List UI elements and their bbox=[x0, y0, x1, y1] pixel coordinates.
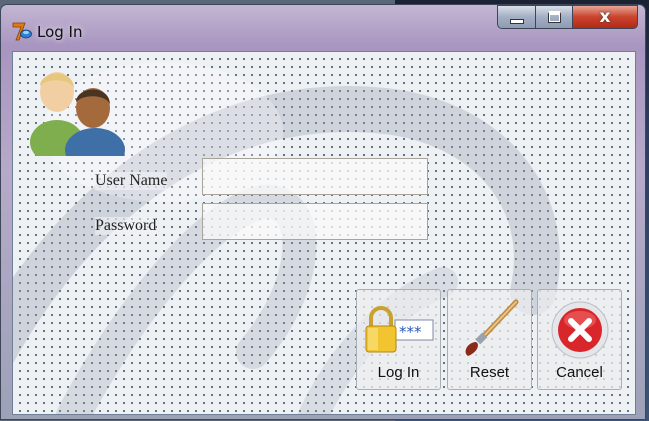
login-button[interactable]: *** Log In bbox=[356, 289, 441, 390]
window-title: Log In bbox=[37, 23, 83, 41]
username-input[interactable] bbox=[202, 158, 428, 195]
reset-button[interactable]: Reset bbox=[447, 289, 532, 390]
cancel-button[interactable]: Cancel bbox=[537, 289, 622, 390]
cancel-x-icon bbox=[551, 301, 609, 359]
password-input[interactable] bbox=[202, 203, 428, 240]
lock-password-icon: *** bbox=[365, 306, 434, 353]
reset-button-label: Reset bbox=[469, 364, 510, 381]
app-logo-icon bbox=[12, 22, 32, 41]
minimize-icon bbox=[509, 18, 524, 24]
username-label: User Name bbox=[95, 172, 168, 190]
paintbrush-icon bbox=[465, 299, 519, 356]
close-button[interactable]: x bbox=[572, 5, 638, 29]
login-form-panel: User Name Password *** Log In Reset Canc… bbox=[12, 51, 636, 415]
login-button-label: Log In bbox=[377, 364, 420, 381]
login-window: Log In x User Name Password *** Log In R… bbox=[0, 4, 646, 420]
close-icon: x bbox=[599, 7, 611, 27]
password-label: Password bbox=[95, 217, 157, 235]
cancel-button-label: Cancel bbox=[556, 364, 603, 381]
svg-text:***: *** bbox=[399, 323, 422, 341]
maximize-button[interactable] bbox=[535, 5, 573, 29]
users-icon bbox=[30, 72, 125, 156]
title-bar[interactable]: Log In x bbox=[1, 5, 645, 49]
minimize-button[interactable] bbox=[497, 5, 536, 29]
maximize-icon bbox=[547, 11, 561, 23]
